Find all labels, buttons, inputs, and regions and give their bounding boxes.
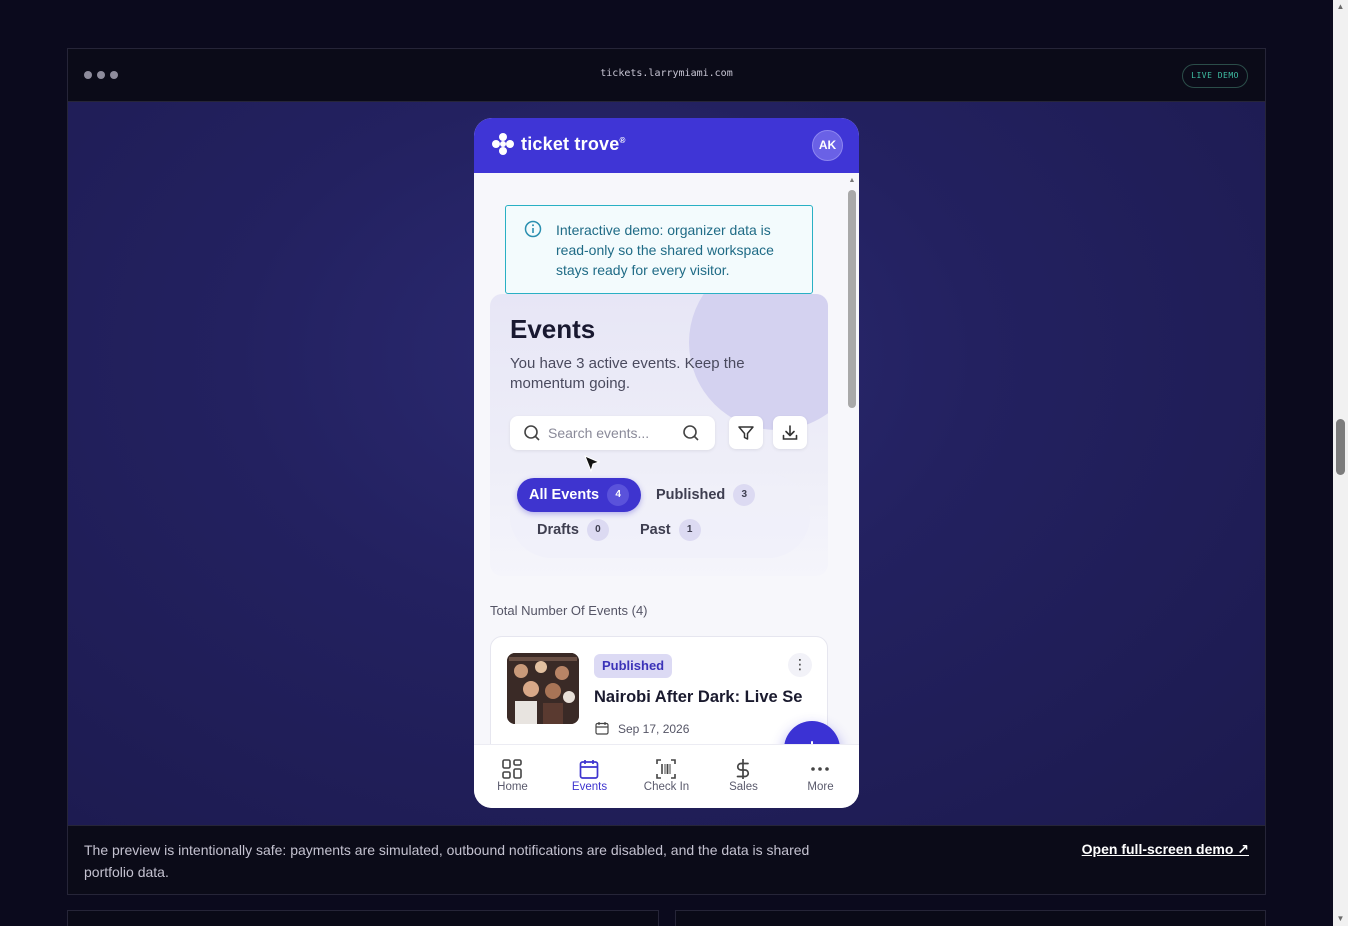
dollar-icon <box>736 759 750 779</box>
search-box <box>510 416 715 450</box>
scroll-up-arrow[interactable]: ▲ <box>1333 0 1348 14</box>
calendar-icon <box>595 722 609 735</box>
tab-past[interactable]: Past 1 <box>628 513 713 547</box>
tab-label: All Events <box>529 487 600 503</box>
brand-logo[interactable]: ticket trove® <box>491 132 626 156</box>
info-notice-text: Interactive demo: organizer data is read… <box>556 222 774 278</box>
tab-count-badge: 0 <box>586 519 609 541</box>
nav-events[interactable]: Events <box>551 745 628 808</box>
filter-icon <box>738 426 754 440</box>
tab-published[interactable]: Published 3 <box>644 478 767 512</box>
nav-sales[interactable]: Sales <box>705 745 782 808</box>
bottom-navigation: Home Events Check In Sales More <box>474 744 859 808</box>
tab-count-badge: 3 <box>733 484 756 506</box>
page-scrollbar[interactable]: ▲ ▼ <box>1333 0 1348 926</box>
search-input[interactable] <box>548 416 678 450</box>
nav-label: More <box>807 781 834 793</box>
page-title: Events <box>510 314 596 344</box>
calendar-icon <box>579 760 599 779</box>
info-icon <box>524 220 542 238</box>
footer-note: The preview is intentionally safe: payme… <box>84 842 810 880</box>
app-header: ticket trove® AK <box>474 118 859 173</box>
filter-button[interactable] <box>729 416 763 449</box>
event-options-icon[interactable]: ⋮ <box>788 653 812 677</box>
nav-label: Check In <box>643 781 690 793</box>
tab-count-badge: 1 <box>678 519 701 541</box>
event-filter-tabs: All Events 4 Published 3 Drafts 0 Past 1 <box>510 474 810 558</box>
event-card[interactable]: Published Nairobi After Dark: Live Se Se… <box>490 636 828 744</box>
event-thumbnail <box>507 653 579 724</box>
nav-label: Home <box>497 781 528 793</box>
status-badge: Published <box>594 654 673 678</box>
nav-label: Sales <box>729 781 758 793</box>
more-dots-icon <box>811 767 829 771</box>
open-fullscreen-link[interactable]: Open full-screen demo ↗ <box>1082 841 1249 858</box>
nav-home[interactable]: Home <box>474 745 551 808</box>
barcode-scan-icon <box>656 759 676 779</box>
brand-name: ticket trove® <box>521 133 626 154</box>
nav-more[interactable]: More <box>782 745 859 808</box>
content-scrollbar[interactable] <box>848 190 856 408</box>
flower-logo-icon <box>492 133 514 155</box>
nav-check-in[interactable]: Check In <box>628 745 705 808</box>
search-icon <box>524 425 540 441</box>
phone-app: ticket trove® AK ▲ Interactive demo: org… <box>474 118 859 808</box>
lower-card <box>675 910 1266 926</box>
frame-toolbar: tickets.larrymiami.com LIVE DEMO <box>68 49 1265 102</box>
tab-label: Published <box>656 487 726 503</box>
total-events-label: Total Number Of Events (4) <box>490 603 648 618</box>
tab-label: Past <box>640 522 671 538</box>
live-demo-badge: LIVE DEMO <box>1182 64 1248 88</box>
mouse-cursor-icon <box>584 455 601 473</box>
concert-crowd-image <box>507 653 579 724</box>
url-label: tickets.larrymiami.com <box>600 68 733 79</box>
grid-icon <box>502 759 522 779</box>
event-date: Sep 17, 2026 <box>618 722 690 736</box>
events-hero: Events You have 3 active events. Keep th… <box>490 294 828 576</box>
nav-label: Events <box>571 781 608 793</box>
page-subtitle: You have 3 active events. Keep the momen… <box>510 355 745 392</box>
frame-footer: The preview is intentionally safe: payme… <box>68 825 1265 894</box>
scroll-down-arrow[interactable]: ▼ <box>1333 912 1348 926</box>
app-content: ▲ Interactive demo: organizer data is re… <box>474 173 859 744</box>
tab-drafts[interactable]: Drafts 0 <box>525 513 621 547</box>
tab-count-badge: 4 <box>607 484 630 506</box>
download-button[interactable] <box>773 416 807 449</box>
search-submit-icon[interactable] <box>682 424 700 442</box>
tab-label: Drafts <box>537 522 579 538</box>
scrollbar-thumb[interactable] <box>1336 419 1345 475</box>
download-icon <box>782 425 798 440</box>
event-title: Nairobi After Dark: Live Se <box>594 688 803 706</box>
tab-all-events[interactable]: All Events 4 <box>517 478 642 512</box>
lower-card <box>67 910 659 926</box>
user-avatar[interactable]: AK <box>812 130 843 161</box>
demo-info-notice: Interactive demo: organizer data is read… <box>505 205 813 294</box>
scroll-up-arrow[interactable]: ▲ <box>847 177 857 187</box>
